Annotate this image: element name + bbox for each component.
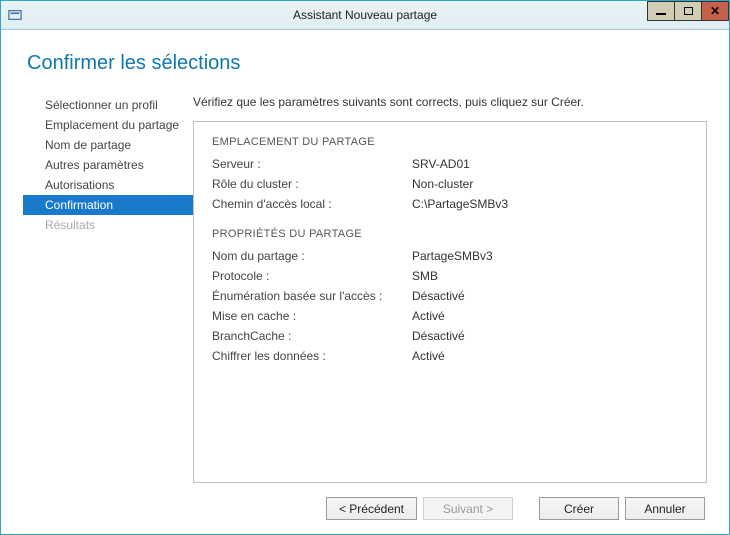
step-confirmation[interactable]: Confirmation: [23, 195, 193, 215]
label-access-enum: Énumération basée sur l'accès :: [212, 286, 412, 306]
title-bar: Assistant Nouveau partage ✕: [1, 1, 729, 30]
value-caching: Activé: [412, 306, 445, 326]
content-row: Sélectionner un profil Emplacement du pa…: [23, 93, 707, 483]
step-select-profile[interactable]: Sélectionner un profil: [23, 95, 193, 115]
button-spacer: [519, 497, 533, 520]
window-controls: ✕: [648, 1, 729, 21]
maximize-button[interactable]: [674, 1, 702, 21]
main-pane: Vérifiez que les paramètres suivants son…: [193, 93, 707, 483]
row-local-path: Chemin d'accès local : C:\PartageSMBv3: [212, 194, 688, 214]
section-title-location: EMPLACEMENT DU PARTAGE: [212, 136, 688, 148]
wizard-steps-sidebar: Sélectionner un profil Emplacement du pa…: [23, 93, 193, 483]
row-server: Serveur : SRV-AD01: [212, 154, 688, 174]
section-title-properties: PROPRIÉTÉS DU PARTAGE: [212, 228, 688, 240]
label-server: Serveur :: [212, 154, 412, 174]
summary-panel: EMPLACEMENT DU PARTAGE Serveur : SRV-AD0…: [193, 121, 707, 483]
step-permissions[interactable]: Autorisations: [23, 175, 193, 195]
previous-button[interactable]: < Précédent: [326, 497, 417, 520]
wizard-window: Assistant Nouveau partage ✕ Confirmer le…: [0, 0, 730, 535]
label-caching: Mise en cache :: [212, 306, 412, 326]
label-share-name: Nom du partage :: [212, 246, 412, 266]
close-button[interactable]: ✕: [701, 1, 729, 21]
dialog-body: Confirmer les sélections Sélectionner un…: [1, 30, 729, 534]
next-button: Suivant >: [423, 497, 513, 520]
label-local-path: Chemin d'accès local :: [212, 194, 412, 214]
step-share-name[interactable]: Nom de partage: [23, 135, 193, 155]
value-protocol: SMB: [412, 266, 438, 286]
step-share-location[interactable]: Emplacement du partage: [23, 115, 193, 135]
button-bar: < Précédent Suivant > Créer Annuler: [23, 483, 707, 520]
value-encrypt: Activé: [412, 346, 445, 366]
row-caching: Mise en cache : Activé: [212, 306, 688, 326]
label-encrypt: Chiffrer les données :: [212, 346, 412, 366]
row-encrypt: Chiffrer les données : Activé: [212, 346, 688, 366]
minimize-button[interactable]: [647, 1, 675, 21]
value-branchcache: Désactivé: [412, 326, 465, 346]
label-cluster-role: Rôle du cluster :: [212, 174, 412, 194]
page-heading: Confirmer les sélections: [27, 52, 707, 75]
value-local-path: C:\PartageSMBv3: [412, 194, 508, 214]
row-share-name: Nom du partage : PartageSMBv3: [212, 246, 688, 266]
window-title: Assistant Nouveau partage: [1, 8, 729, 22]
label-branchcache: BranchCache :: [212, 326, 412, 346]
create-button[interactable]: Créer: [539, 497, 619, 520]
value-cluster-role: Non-cluster: [412, 174, 473, 194]
label-protocol: Protocole :: [212, 266, 412, 286]
instruction-text: Vérifiez que les paramètres suivants son…: [193, 95, 707, 109]
cancel-button[interactable]: Annuler: [625, 497, 705, 520]
step-results: Résultats: [23, 215, 193, 235]
value-access-enum: Désactivé: [412, 286, 465, 306]
row-protocol: Protocole : SMB: [212, 266, 688, 286]
row-branchcache: BranchCache : Désactivé: [212, 326, 688, 346]
row-access-enum: Énumération basée sur l'accès : Désactiv…: [212, 286, 688, 306]
step-other-settings[interactable]: Autres paramètres: [23, 155, 193, 175]
value-server: SRV-AD01: [412, 154, 470, 174]
row-cluster-role: Rôle du cluster : Non-cluster: [212, 174, 688, 194]
value-share-name: PartageSMBv3: [412, 246, 493, 266]
